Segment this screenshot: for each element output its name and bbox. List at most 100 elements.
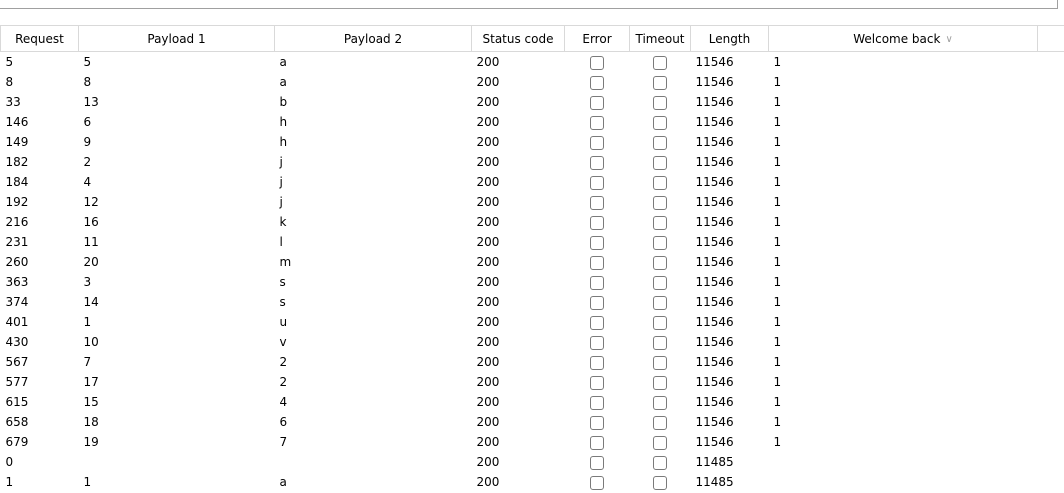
column-header-label: Request — [15, 31, 64, 46]
error-checkbox[interactable] — [590, 195, 604, 210]
table-row[interactable]: 567 7 2 200 11546 1 — [1, 352, 1064, 372]
column-header-timeout[interactable]: Timeout — [629, 25, 691, 52]
table-row[interactable]: 8 8 a 200 11546 1 — [1, 72, 1064, 92]
timeout-checkbox[interactable] — [653, 295, 667, 310]
table-row[interactable]: 658 18 6 200 11546 1 — [1, 412, 1064, 432]
timeout-checkbox[interactable] — [653, 155, 667, 170]
error-checkbox[interactable] — [590, 455, 604, 470]
table-row[interactable]: 374 14 s 200 11546 1 — [1, 292, 1064, 312]
timeout-checkbox[interactable] — [653, 115, 667, 130]
timeout-checkbox[interactable] — [653, 55, 667, 70]
table-row[interactable]: 679 19 7 200 11546 1 — [1, 432, 1064, 452]
error-checkbox[interactable] — [590, 335, 604, 350]
error-checkbox[interactable] — [590, 435, 604, 450]
error-checkbox[interactable] — [590, 275, 604, 290]
error-checkbox[interactable] — [590, 235, 604, 250]
error-checkbox[interactable] — [590, 375, 604, 390]
table-row[interactable]: 33 13 b 200 11546 1 — [1, 92, 1064, 112]
column-header-extra[interactable] — [1037, 25, 1064, 52]
error-checkbox[interactable] — [590, 95, 604, 110]
error-checkbox[interactable] — [590, 395, 604, 410]
column-header-payload-2[interactable]: Payload 2 — [274, 25, 472, 52]
table-row[interactable]: 149 9 h 200 11546 1 — [1, 132, 1064, 152]
timeout-checkbox[interactable] — [653, 255, 667, 270]
column-header-welcome-back[interactable]: Welcome back ∨ — [768, 25, 1038, 52]
timeout-checkbox[interactable] — [653, 75, 667, 90]
column-header-length[interactable]: Length — [690, 25, 769, 52]
timeout-checkbox[interactable] — [653, 475, 667, 490]
timeout-checkbox[interactable] — [653, 215, 667, 230]
timeout-checkbox[interactable] — [653, 435, 667, 450]
cell-request: 260 — [5, 255, 29, 269]
error-checkbox[interactable] — [590, 155, 604, 170]
table-row[interactable]: 182 2 j 200 11546 1 — [1, 152, 1064, 172]
table-row[interactable]: 216 16 k 200 11546 1 — [1, 212, 1064, 232]
table-row[interactable]: 0 200 11485 — [1, 452, 1064, 472]
error-checkbox[interactable] — [590, 75, 604, 90]
error-checkbox[interactable] — [590, 135, 604, 150]
cell-payload-1: 3 — [83, 275, 92, 289]
cell-payload-1: 7 — [83, 355, 92, 369]
cell-payload-2: j — [279, 155, 283, 169]
cell-extra — [1038, 52, 1064, 73]
table-row[interactable]: 5 5 a 200 11546 1 — [1, 52, 1064, 73]
cell-timeout — [630, 332, 691, 352]
timeout-checkbox[interactable] — [653, 195, 667, 210]
cell-extra — [1038, 292, 1064, 312]
error-checkbox[interactable] — [590, 255, 604, 270]
column-header-error[interactable]: Error — [564, 25, 630, 52]
table-row[interactable]: 363 3 s 200 11546 1 — [1, 272, 1064, 292]
table-row[interactable]: 260 20 m 200 11546 1 — [1, 252, 1064, 272]
table-row[interactable]: 401 1 u 200 11546 1 — [1, 312, 1064, 332]
error-checkbox[interactable] — [590, 55, 604, 70]
timeout-checkbox[interactable] — [653, 135, 667, 150]
table-row[interactable]: 577 17 2 200 11546 1 — [1, 372, 1064, 392]
table-row[interactable]: 231 11 l 200 11546 1 — [1, 232, 1064, 252]
cell-length: 11546 — [695, 295, 734, 309]
error-checkbox[interactable] — [590, 115, 604, 130]
table-row[interactable]: 430 10 v 200 11546 1 — [1, 332, 1064, 352]
timeout-checkbox[interactable] — [653, 95, 667, 110]
cell-welcome-back: 1 — [773, 355, 782, 369]
error-checkbox[interactable] — [590, 295, 604, 310]
cell-welcome-back: 1 — [773, 415, 782, 429]
table-row[interactable]: 184 4 j 200 11546 1 — [1, 172, 1064, 192]
cell-extra — [1038, 372, 1064, 392]
column-header-payload-1[interactable]: Payload 1 — [78, 25, 275, 52]
error-checkbox[interactable] — [590, 315, 604, 330]
table-row[interactable]: 1 1 a 200 11485 — [1, 472, 1064, 492]
error-checkbox[interactable] — [590, 415, 604, 430]
timeout-checkbox[interactable] — [653, 455, 667, 470]
cell-payload-2: u — [279, 315, 288, 329]
table-row[interactable]: 192 12 j 200 11546 1 — [1, 192, 1064, 212]
timeout-checkbox[interactable] — [653, 315, 667, 330]
cell-timeout — [630, 152, 691, 172]
timeout-checkbox[interactable] — [653, 175, 667, 190]
error-checkbox[interactable] — [590, 475, 604, 490]
error-checkbox[interactable] — [590, 175, 604, 190]
column-header-status-code[interactable]: Status code — [471, 25, 565, 52]
timeout-checkbox[interactable] — [653, 395, 667, 410]
timeout-checkbox[interactable] — [653, 275, 667, 290]
results-table-container[interactable]: Request Payload 1 Payload 2 Status code … — [0, 25, 1064, 493]
timeout-checkbox[interactable] — [653, 415, 667, 430]
cell-error — [565, 52, 630, 73]
cell-welcome-back: 1 — [773, 195, 782, 209]
cell-welcome-back: 1 — [773, 155, 782, 169]
table-row[interactable]: 146 6 h 200 11546 1 — [1, 112, 1064, 132]
cell-extra — [1038, 132, 1064, 152]
timeout-checkbox[interactable] — [653, 235, 667, 250]
filter-bar[interactable] — [0, 0, 1058, 9]
timeout-checkbox[interactable] — [653, 355, 667, 370]
error-checkbox[interactable] — [590, 355, 604, 370]
cell-request: 182 — [5, 155, 29, 169]
error-checkbox[interactable] — [590, 215, 604, 230]
cell-payload-1: 15 — [83, 395, 99, 409]
cell-status-code: 200 — [476, 395, 500, 409]
column-header-label: Payload 2 — [343, 31, 403, 46]
cell-payload-1 — [79, 452, 275, 472]
column-header-request[interactable]: Request — [0, 25, 79, 52]
table-row[interactable]: 615 15 4 200 11546 1 — [1, 392, 1064, 412]
timeout-checkbox[interactable] — [653, 375, 667, 390]
timeout-checkbox[interactable] — [653, 335, 667, 350]
